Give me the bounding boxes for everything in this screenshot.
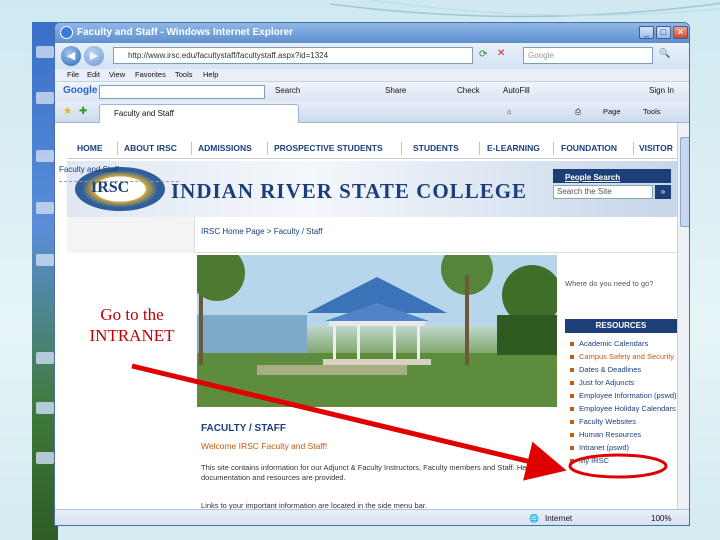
resource-my-irsc[interactable]: My IRSC bbox=[569, 456, 677, 465]
nav-visitor[interactable]: VISITOR bbox=[639, 143, 673, 153]
nav-home[interactable]: HOME bbox=[77, 143, 103, 153]
site-search-input[interactable]: Search the Site bbox=[553, 185, 653, 199]
left-menu-title: Faculty and Staff bbox=[59, 165, 119, 174]
desktop-icon[interactable] bbox=[36, 46, 54, 58]
vertical-scrollbar[interactable] bbox=[677, 123, 689, 509]
nav-divider bbox=[117, 142, 118, 155]
security-zone: Internet bbox=[545, 514, 573, 523]
menu-favorites[interactable]: Favorites bbox=[135, 70, 166, 79]
resources-heading: RESOURCES bbox=[565, 319, 677, 333]
zoom-level[interactable]: 100% bbox=[651, 514, 671, 523]
google-toolbar: Google Search Share Check AutoFill Sign … bbox=[55, 81, 689, 101]
desktop-icon[interactable] bbox=[36, 92, 54, 104]
google-logo: Google bbox=[63, 85, 98, 96]
nav-divider bbox=[479, 142, 480, 155]
resource-employee-information[interactable]: Employee Information (pswd) bbox=[569, 391, 677, 400]
resource-employee-holiday-calendars[interactable]: Employee Holiday Calendars bbox=[569, 404, 677, 413]
ie-icon bbox=[60, 26, 73, 39]
google-search-button[interactable]: Search bbox=[275, 86, 300, 95]
nav-students[interactable]: STUDENTS bbox=[413, 143, 459, 153]
resource-faculty-websites[interactable]: Faculty Websites bbox=[569, 417, 677, 426]
share-button[interactable]: Share bbox=[385, 86, 406, 95]
nav-divider bbox=[633, 142, 634, 155]
nav-divider bbox=[191, 142, 192, 155]
left-menu-divider bbox=[59, 181, 179, 182]
autofill-button[interactable]: AutoFill bbox=[503, 86, 530, 95]
welcome-heading: Welcome IRSC Faculty and Staff! bbox=[201, 441, 328, 451]
stop-icon[interactable]: ✕ bbox=[497, 48, 505, 59]
breadcrumb-bar: IRSC Home Page > Faculty / Staff bbox=[67, 217, 677, 253]
left-panel-header bbox=[67, 217, 195, 253]
site-search-go-button[interactable]: » bbox=[655, 185, 671, 199]
sign-in-button[interactable]: Sign In bbox=[649, 86, 674, 95]
people-search-link[interactable]: People Search bbox=[565, 173, 620, 182]
tab-faculty-and-staff[interactable]: Faculty and Staff bbox=[99, 104, 299, 123]
resource-campus-safety[interactable]: Campus Safety and Security bbox=[569, 352, 677, 361]
nav-foundation[interactable]: FOUNDATION bbox=[561, 143, 617, 153]
refresh-icon[interactable]: ⟳ bbox=[479, 49, 487, 60]
nav-divider bbox=[267, 142, 268, 155]
college-banner: IRSC INDIAN RIVER STATE COLLEGE People S… bbox=[67, 161, 677, 217]
nav-divider bbox=[401, 142, 402, 155]
resource-just-for-adjuncts[interactable]: Just for Adjuncts bbox=[569, 378, 677, 387]
tab-row: ★ ✚ Faculty and Staff ⌂ ⎙ Page Tools bbox=[55, 101, 689, 123]
globe-icon: 🌐 bbox=[529, 514, 539, 523]
desktop-icon[interactable] bbox=[36, 352, 54, 364]
title-bar[interactable]: Faculty and Staff - Windows Internet Exp… bbox=[55, 23, 689, 43]
close-button[interactable]: ✕ bbox=[673, 26, 688, 39]
resources-list: Academic Calendars Campus Safety and Sec… bbox=[569, 339, 677, 469]
check-button[interactable]: Check bbox=[457, 86, 480, 95]
tools-menu[interactable]: Tools bbox=[643, 107, 661, 116]
desktop-icon[interactable] bbox=[36, 150, 54, 162]
nav-about[interactable]: ABOUT IRSC bbox=[124, 143, 177, 153]
desktop-icon[interactable] bbox=[36, 402, 54, 414]
annotation-text: Go to the INTRANET bbox=[72, 304, 192, 346]
forward-button[interactable]: ▶ bbox=[84, 46, 104, 66]
menu-bar: File Edit View Favorites Tools Help bbox=[55, 69, 689, 81]
scrollbar-thumb[interactable] bbox=[680, 137, 689, 227]
page-menu[interactable]: Page bbox=[603, 107, 621, 116]
nav-divider bbox=[553, 142, 554, 155]
address-row: ◀ ▶ http://www.irsc.edu/facultystaff/fac… bbox=[55, 43, 689, 69]
resource-human-resources[interactable]: Human Resources bbox=[569, 430, 677, 439]
campus-gazebo-image bbox=[197, 255, 557, 407]
menu-file[interactable]: File bbox=[67, 70, 79, 79]
college-name: INDIAN RIVER STATE COLLEGE bbox=[171, 179, 528, 203]
where-label: Where do you need to go? bbox=[565, 279, 654, 288]
menu-edit[interactable]: Edit bbox=[87, 70, 100, 79]
site-nav: HOME ABOUT IRSC ADMISSIONS PROSPECTIVE S… bbox=[67, 139, 677, 159]
nav-elearning[interactable]: E-LEARNING bbox=[487, 143, 540, 153]
add-favorite-icon[interactable]: ✚ bbox=[79, 106, 87, 117]
status-bar: 🌐 Internet 100% bbox=[55, 509, 689, 525]
address-input[interactable]: http://www.irsc.edu/facultystaff/faculty… bbox=[113, 47, 473, 64]
home-icon[interactable]: ⌂ bbox=[507, 107, 512, 116]
browser-window: Faculty and Staff - Windows Internet Exp… bbox=[54, 22, 690, 526]
menu-help[interactable]: Help bbox=[203, 70, 218, 79]
maximize-button[interactable]: □ bbox=[656, 26, 671, 39]
menu-view[interactable]: View bbox=[109, 70, 125, 79]
back-button[interactable]: ◀ bbox=[61, 46, 81, 66]
print-icon[interactable]: ⎙ bbox=[575, 107, 581, 117]
desktop-icon[interactable] bbox=[36, 452, 54, 464]
resource-academic-calendars[interactable]: Academic Calendars bbox=[569, 339, 677, 348]
links-paragraph: Links to your important information are … bbox=[201, 501, 427, 509]
intro-paragraph: This site contains information for our A… bbox=[201, 463, 541, 482]
window-title: Faculty and Staff - Windows Internet Exp… bbox=[77, 27, 294, 38]
breadcrumb[interactable]: IRSC Home Page > Faculty / Staff bbox=[201, 227, 322, 236]
resource-dates-deadlines[interactable]: Dates & Deadlines bbox=[569, 365, 677, 374]
search-icon[interactable]: 🔍 bbox=[659, 48, 670, 59]
search-input[interactable]: Google bbox=[523, 47, 653, 64]
minimize-button[interactable]: _ bbox=[639, 26, 654, 39]
nav-admissions[interactable]: ADMISSIONS bbox=[198, 143, 252, 153]
desktop-icon[interactable] bbox=[36, 254, 54, 266]
nav-prospective-students[interactable]: PROSPECTIVE STUDENTS bbox=[274, 143, 383, 153]
resource-intranet[interactable]: Intranet (pswd) bbox=[569, 443, 677, 452]
desktop-icon[interactable] bbox=[36, 202, 54, 214]
favorites-star-icon[interactable]: ★ bbox=[63, 106, 72, 117]
menu-tools[interactable]: Tools bbox=[175, 70, 193, 79]
campus-photo bbox=[197, 255, 557, 407]
page-title: FACULTY / STAFF bbox=[201, 423, 286, 434]
google-search-input[interactable] bbox=[99, 85, 265, 99]
